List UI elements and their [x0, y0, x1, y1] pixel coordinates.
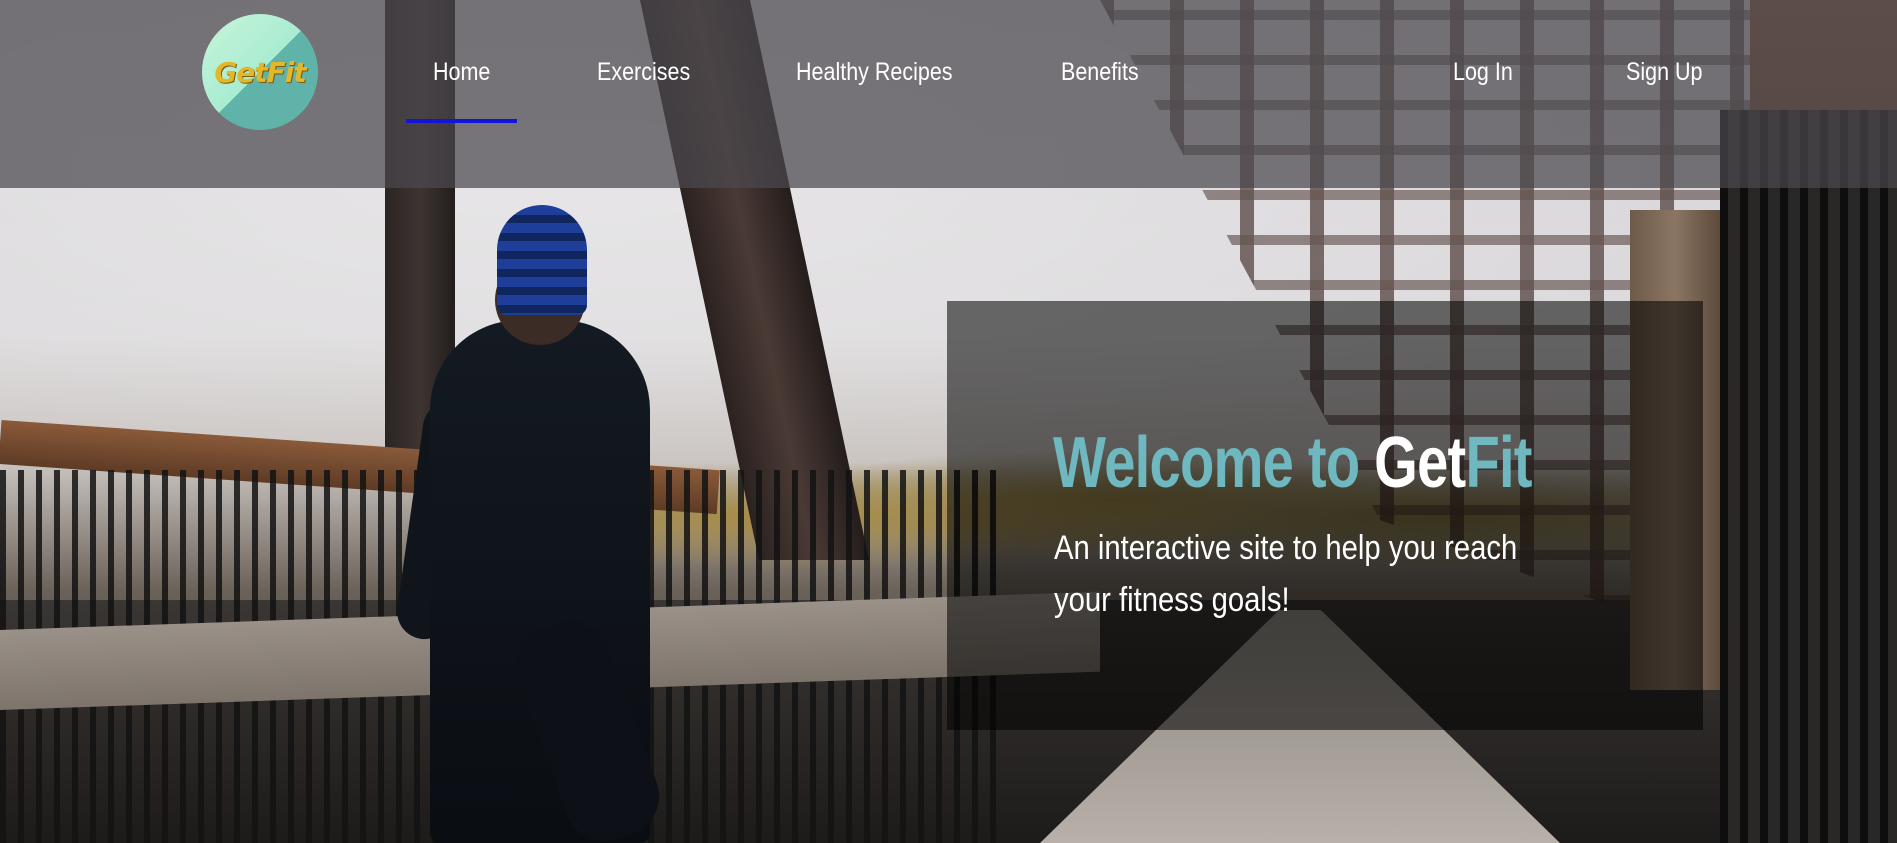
right-railing — [1720, 110, 1897, 843]
runner-beanie — [497, 205, 587, 315]
brand-logo-text: GetFit — [214, 55, 306, 89]
welcome-title-prefix: Welcome to — [1053, 423, 1360, 503]
welcome-title-get: Get — [1374, 423, 1466, 503]
navbar: GetFit Home Exercises Healthy Recipes Be… — [0, 0, 1897, 188]
nav-link-exercises[interactable]: Exercises — [597, 58, 690, 87]
welcome-title-fit: Fit — [1465, 423, 1532, 503]
login-link[interactable]: Log In — [1453, 58, 1513, 87]
active-nav-indicator — [406, 119, 517, 123]
welcome-title: Welcome to GetFit — [1053, 422, 1533, 504]
welcome-panel — [947, 301, 1703, 730]
nav-link-home[interactable]: Home — [433, 58, 490, 87]
welcome-subtitle: An interactive site to help you reach yo… — [1054, 529, 1518, 619]
nav-link-benefits[interactable]: Benefits — [1061, 58, 1139, 87]
signup-link[interactable]: Sign Up — [1626, 58, 1702, 87]
brand-logo[interactable]: GetFit — [202, 14, 318, 130]
nav-link-healthy-recipes[interactable]: Healthy Recipes — [796, 58, 953, 87]
